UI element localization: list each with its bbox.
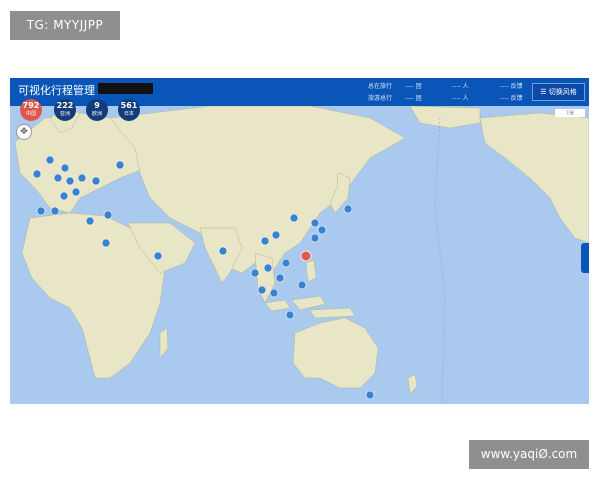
map-type-badge[interactable]: 卫星 [555, 109, 585, 117]
stat-value-1: ---- 团 [405, 83, 422, 90]
stat-value-2: ---- 团 [405, 95, 422, 102]
list-icon: ☰ [540, 88, 547, 96]
summary-number: 222 [56, 101, 74, 110]
stat-value-5: ---- 反馈 [500, 83, 523, 90]
stat-label-2: 旅游总行 [368, 95, 393, 102]
summary-badge-asia[interactable]: 222 亚洲 [54, 99, 76, 121]
summary-label: 日本 [123, 111, 134, 117]
stat-value-6: ---- 反馈 [500, 95, 523, 102]
stat-value-4: ---- 人 [452, 95, 469, 102]
side-panel-toggle[interactable] [581, 243, 589, 273]
summary-label: 亚洲 [59, 111, 70, 117]
world-map[interactable] [10, 78, 589, 404]
app-title: 可视化行程管理 [18, 84, 95, 97]
summary-badge-china[interactable]: 792 中国 [20, 99, 42, 121]
itinerary-map-app: 可视化行程管理 总在旅行 ---- 团 旅游总行 ---- 团 ---- 人 -… [10, 78, 589, 404]
watermark-top: TG: MYYJJPP [10, 11, 120, 40]
summary-number: 792 [22, 101, 40, 110]
summary-label: 中国 [25, 111, 36, 117]
summary-label: 欧洲 [91, 111, 102, 117]
watermark-bottom: www.yaqiØ.com [469, 440, 589, 469]
summary-number: 9 [94, 101, 100, 110]
redacted-block [98, 83, 153, 94]
stat-value-3: ---- 人 [452, 83, 469, 90]
summary-number: 561 [120, 101, 138, 110]
stat-label-1: 总在旅行 [368, 83, 393, 90]
map-nav-control-icon[interactable]: ✥ [16, 124, 32, 140]
switch-style-button[interactable]: ☰ 切换风格 [532, 83, 585, 101]
summary-badge-japan[interactable]: 561 日本 [118, 99, 140, 121]
summary-badge-europe[interactable]: 9 欧洲 [86, 99, 108, 121]
switch-style-label: 切换风格 [548, 88, 577, 96]
